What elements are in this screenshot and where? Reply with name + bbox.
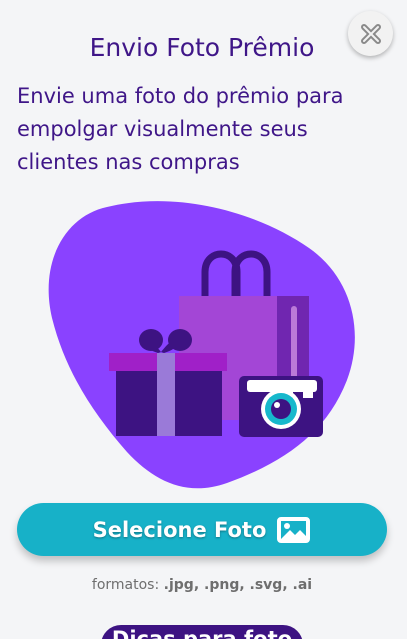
prize-illustration <box>48 201 355 489</box>
photo-tips-button[interactable]: Dicas para foto <box>101 625 303 639</box>
supported-formats: formatos: .jpg, .png, .svg, .ai <box>0 577 404 593</box>
photo-upload-modal: Envio Foto Prêmio Envie uma foto do prêm… <box>0 0 407 639</box>
modal-title: Envio Foto Prêmio <box>89 33 315 62</box>
image-icon <box>277 516 311 543</box>
select-photo-button[interactable]: Selecione Foto <box>17 503 387 556</box>
modal-description: Envie uma foto do prêmio para empolgar v… <box>17 84 344 174</box>
formats-list: .jpg, .png, .svg, .ai <box>163 577 313 593</box>
photo-tips-label: Dicas para foto <box>111 627 293 639</box>
camera-icon <box>239 376 323 437</box>
select-photo-label: Selecione Foto <box>92 517 267 542</box>
formats-prefix: formatos: <box>91 577 160 593</box>
